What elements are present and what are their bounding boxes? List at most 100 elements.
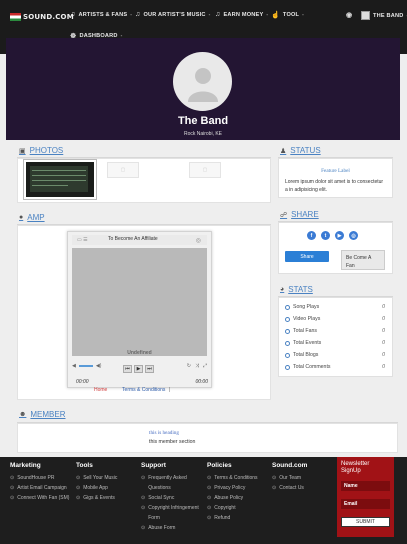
next-icon[interactable]: ⏭ (145, 365, 154, 373)
footer-link[interactable]: ⊙ Refund (207, 513, 269, 523)
email-field[interactable]: Email (341, 499, 390, 509)
circle-arrow-icon: ⊙ (76, 495, 81, 501)
nav-item-artists-fans[interactable]: ♫ ARTISTS & FANS - (70, 11, 132, 18)
globe-button[interactable]: ◉ (346, 11, 352, 19)
twitter-icon[interactable]: t (321, 231, 330, 240)
shuffle-icon[interactable]: ⤨ (195, 363, 199, 369)
footer-link[interactable]: ⊙ Gigs & Events (76, 493, 138, 503)
footer-marketing: Marketing ⊙ SoundHouse PR ⊙ Artist Email C… (10, 462, 72, 503)
footer-link[interactable]: ⊙ Frequently Asked Questions (141, 473, 203, 493)
circle-arrow-icon: ⊙ (141, 475, 146, 481)
circle-arrow-icon: ⊙ (10, 475, 15, 481)
stat-row: Total Events 0 (285, 340, 385, 346)
facebook-icon[interactable]: f (307, 231, 316, 240)
member-subtitle: this member section (149, 439, 196, 445)
player-screen[interactable] (72, 248, 207, 356)
home-link[interactable]: Home (94, 387, 107, 393)
footer-link[interactable]: ⊙ Copyright (207, 503, 269, 513)
footer-link[interactable]: ⊙ Privacy Policy (207, 483, 269, 493)
camera-icon: ▣ (19, 147, 26, 155)
name-field[interactable]: Name (341, 481, 390, 491)
instagram-icon[interactable]: ◎ (349, 231, 358, 240)
footer-link[interactable]: ⊙ Abuse Form (141, 523, 203, 533)
link-separator: | (168, 387, 171, 393)
circle-icon (285, 328, 290, 334)
profile-location: Rock Nairobi, KE (183, 131, 223, 137)
user-silhouette-icon (187, 67, 218, 102)
footer-link[interactable]: ⊙ SoundHouse PR (10, 473, 72, 483)
circle-arrow-icon: ⊙ (76, 475, 81, 481)
nav-item-our-artists-music[interactable]: ♫ OUR ARTIST'S MUSIC - (135, 11, 211, 18)
stats-heading[interactable]: ◕ STATS (280, 285, 313, 294)
circle-arrow-icon: ⊙ (207, 515, 212, 521)
share-heading[interactable]: ☍ SHARE (280, 210, 319, 219)
circle-arrow-icon: ⊙ (141, 505, 146, 511)
settings-icon[interactable]: ◎ (196, 237, 201, 244)
fullscreen-icon[interactable]: ⤢ (203, 363, 207, 369)
photo-thumbnail[interactable] (24, 160, 96, 199)
previous-icon[interactable]: ⏮ (123, 365, 132, 373)
time-elapsed: 00:00 (76, 379, 89, 385)
youtube-icon[interactable]: ▶ (335, 231, 344, 240)
globe-icon: ◉ (346, 12, 353, 19)
photo-placeholder[interactable]: ▢ (107, 162, 139, 178)
stat-row: Song Plays 0 (285, 304, 385, 310)
submit-button[interactable]: SUBMIT (341, 517, 390, 527)
kenya-flag-icon (10, 13, 21, 21)
footer-link[interactable]: ⊙ Mobile App (76, 483, 138, 493)
image-icon: ▢ (202, 167, 208, 173)
member-panel (17, 423, 398, 453)
volume-max-icon[interactable]: ◀) (96, 363, 102, 369)
chevron-down-icon: - (266, 11, 269, 18)
feature-label: Feature Label (321, 168, 350, 174)
nav-item-tool[interactable]: ☝ TOOL - (271, 11, 304, 19)
footer-link[interactable]: ⊙ Artist Email Campaign (10, 483, 72, 493)
photo-placeholder[interactable]: ▢ (189, 162, 221, 178)
become-fan-button[interactable]: Be Come A Fan (341, 250, 385, 270)
circle-arrow-icon: ⊙ (207, 485, 212, 491)
volume-slider[interactable] (78, 365, 93, 367)
chevron-down-icon: - (130, 11, 133, 18)
footer-link[interactable]: ⊙ Terms & Conditions (207, 473, 269, 483)
share-button[interactable]: Share (285, 251, 329, 262)
player-title: To Become An Affiliate (108, 236, 158, 242)
circle-icon (285, 340, 290, 346)
footer-soundcom: Sound.com ⊙ Our Team ⊙ Contact Us (272, 462, 334, 493)
photos-heading[interactable]: ▣ PHOTOS (19, 146, 63, 155)
footer-link[interactable]: ⊙ Sell Your Music (76, 473, 138, 483)
footer-link[interactable]: ⊙ Social Sync (141, 493, 203, 503)
footer-link[interactable]: ⊙ Connect With Fan (SM) (10, 493, 72, 503)
circle-icon (285, 352, 290, 358)
share-icon: ☍ (280, 211, 288, 219)
newsletter-heading: Newsletter SignUp (341, 461, 370, 474)
circle-icon (285, 316, 290, 322)
profile-avatar[interactable] (173, 52, 232, 111)
circle-arrow-icon: ⊙ (141, 495, 146, 501)
menu-icon[interactable]: ▭ ☰ (77, 237, 88, 243)
media-player: ▭ ☰ ◎ To Become An Affiliate Undefined ◀… (67, 231, 212, 388)
amp-heading[interactable]: ● AMP (19, 213, 45, 222)
volume-icon[interactable]: ◀ (72, 363, 76, 369)
nav-item-earn-money[interactable]: ♫ EARN MONEY - (215, 11, 268, 18)
stat-row: Total Blogs 0 (285, 352, 385, 358)
footer-link[interactable]: ⊙ Our Team (272, 473, 334, 483)
terms-link[interactable]: Terms & Conditions (122, 387, 165, 393)
circle-arrow-icon: ⊙ (272, 485, 277, 491)
footer-link[interactable]: ⊙ Copyright Infringement Form (141, 503, 203, 523)
amp-icon: ● (19, 214, 24, 221)
nav-item-the-band[interactable]: THE BAND - (361, 11, 407, 20)
avatar-icon (361, 11, 370, 20)
circle-arrow-icon: ⊙ (141, 525, 146, 531)
footer-link[interactable]: ⊙ Contact Us (272, 483, 334, 493)
play-icon[interactable]: ▶ (134, 365, 143, 373)
transport-controls: ⏮ ▶ ⏭ (123, 365, 154, 373)
status-heading[interactable]: ♟ STATUS (280, 146, 321, 155)
logo-text: SOUND.COM (23, 13, 74, 21)
footer-policies: Policies ⊙ Terms & Conditions ⊙ Privacy Po… (207, 462, 269, 523)
footer-link[interactable]: ⊙ Abuse Policy (207, 493, 269, 503)
circle-arrow-icon: ⊙ (207, 495, 212, 501)
circle-arrow-icon: ⊙ (10, 495, 15, 501)
repeat-icon[interactable]: ↻ (187, 363, 191, 369)
site-logo[interactable]: SOUND.COM (10, 11, 74, 23)
member-heading[interactable]: ☻ MEMBER (19, 410, 66, 419)
